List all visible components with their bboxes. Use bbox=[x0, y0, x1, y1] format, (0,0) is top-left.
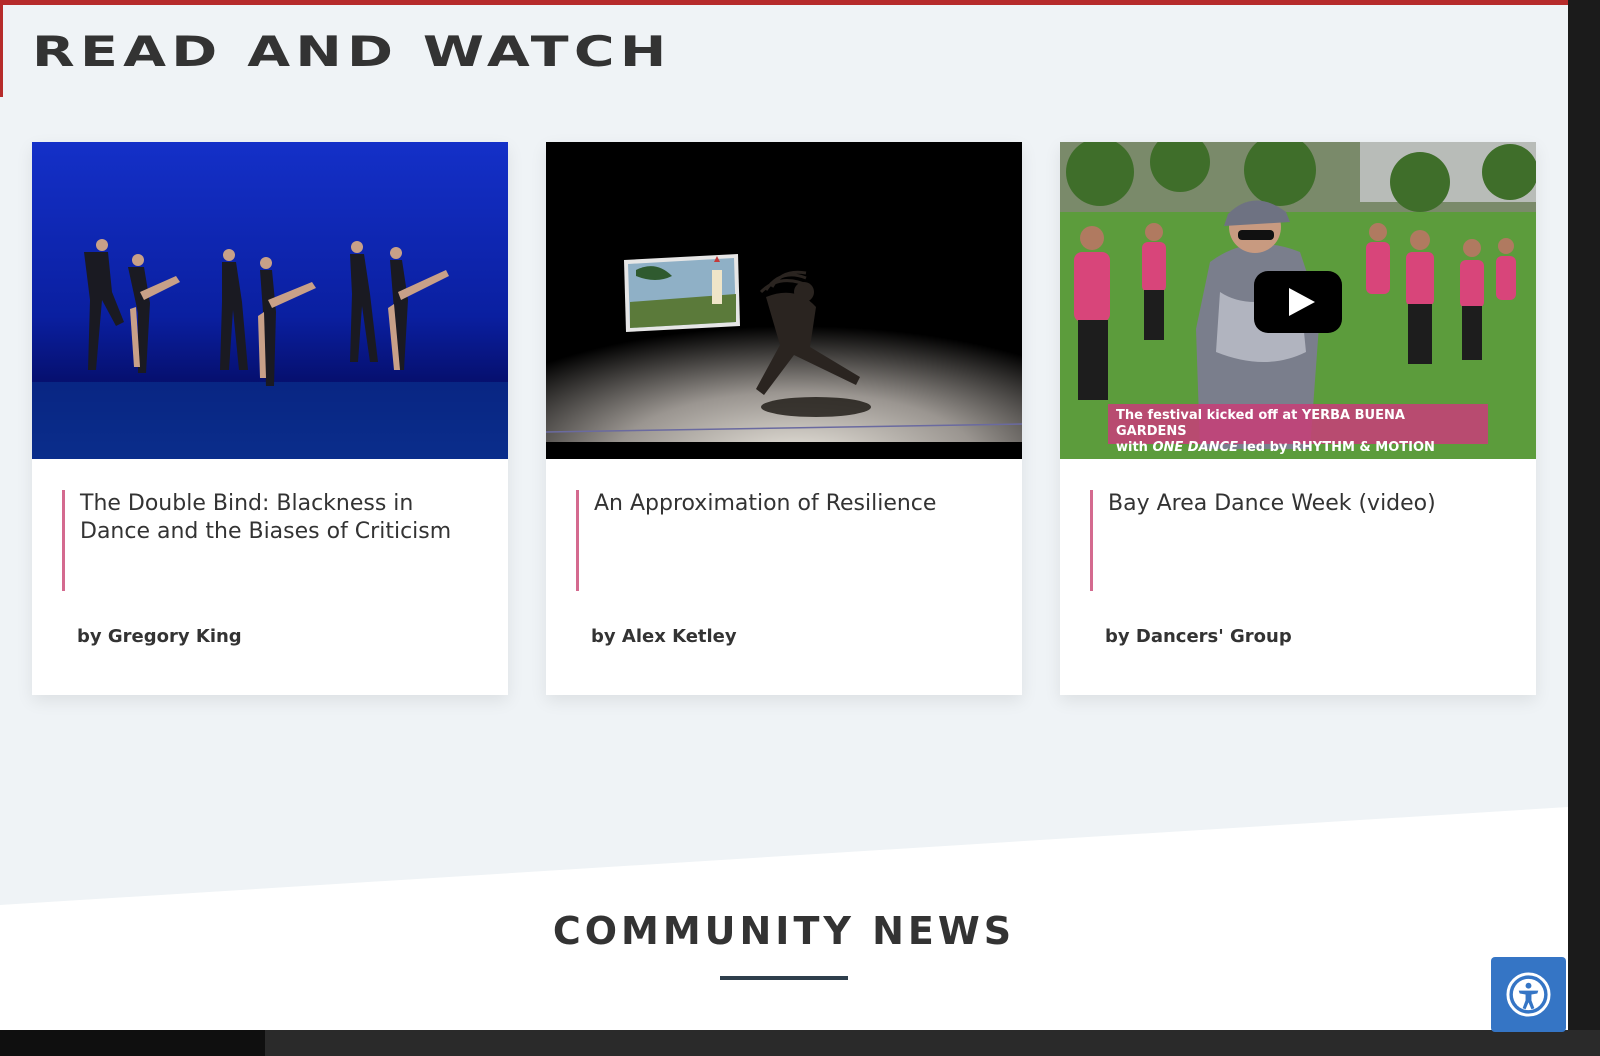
card-author: by Dancers' Group bbox=[1105, 626, 1292, 647]
card-image-solo-dancer[interactable] bbox=[546, 142, 1022, 459]
caption-line-1: The festival kicked off at YERBA BUENA G… bbox=[1116, 408, 1405, 439]
read-and-watch-title: Read and Watch bbox=[32, 27, 672, 76]
bottom-edge-right bbox=[265, 1030, 1600, 1056]
video-caption: The festival kicked off at YERBA BUENA G… bbox=[1108, 404, 1488, 455]
card-grid: The Double Bind: Blackness in Dance and … bbox=[32, 142, 1568, 696]
window-edge bbox=[1568, 0, 1600, 1056]
left-edge-accent bbox=[0, 5, 3, 97]
bottom-edge bbox=[0, 1030, 1600, 1056]
card-title-accent: The Double Bind: Blackness in Dance and … bbox=[62, 490, 482, 591]
community-news-underline bbox=[720, 976, 848, 980]
card-title[interactable]: Bay Area Dance Week (video) bbox=[1108, 490, 1510, 518]
caption-line-2-em: ONE DANCE bbox=[1152, 440, 1238, 455]
dancers-blue-stage-image bbox=[32, 142, 508, 459]
card-title-accent: An Approximation of Resilience bbox=[576, 490, 996, 591]
community-news-title: Community News bbox=[552, 909, 1016, 953]
solo-dancer-stage-image bbox=[546, 142, 1022, 459]
page: Read and Watch bbox=[0, 0, 1600, 1056]
caption-line-2-pre: with bbox=[1116, 440, 1153, 455]
accessibility-icon bbox=[1506, 972, 1551, 1017]
video-card-dance-week[interactable]: The festival kicked off at YERBA BUENA G… bbox=[1060, 142, 1536, 695]
card-video-thumbnail[interactable]: The festival kicked off at YERBA BUENA G… bbox=[1060, 142, 1536, 459]
card-image-dancers-blue[interactable] bbox=[32, 142, 508, 459]
card-title-accent: Bay Area Dance Week (video) bbox=[1090, 490, 1510, 591]
caption-line-2: with ONE DANCE led by RHYTHM & MOTION bbox=[1116, 440, 1480, 456]
video-play-button[interactable] bbox=[1254, 271, 1342, 333]
bottom-edge-left bbox=[0, 1030, 265, 1056]
card-author: by Gregory King bbox=[77, 626, 242, 647]
article-card-double-bind[interactable]: The Double Bind: Blackness in Dance and … bbox=[32, 142, 508, 695]
caption-line-2-post: led by RHYTHM & MOTION bbox=[1237, 440, 1435, 455]
card-title[interactable]: The Double Bind: Blackness in Dance and … bbox=[80, 490, 482, 546]
accessibility-button[interactable] bbox=[1491, 957, 1566, 1032]
card-title[interactable]: An Approximation of Resilience bbox=[594, 490, 996, 518]
card-author: by Alex Ketley bbox=[591, 626, 737, 647]
article-card-resilience[interactable]: An Approximation of Resilience by Alex K… bbox=[546, 142, 1022, 695]
